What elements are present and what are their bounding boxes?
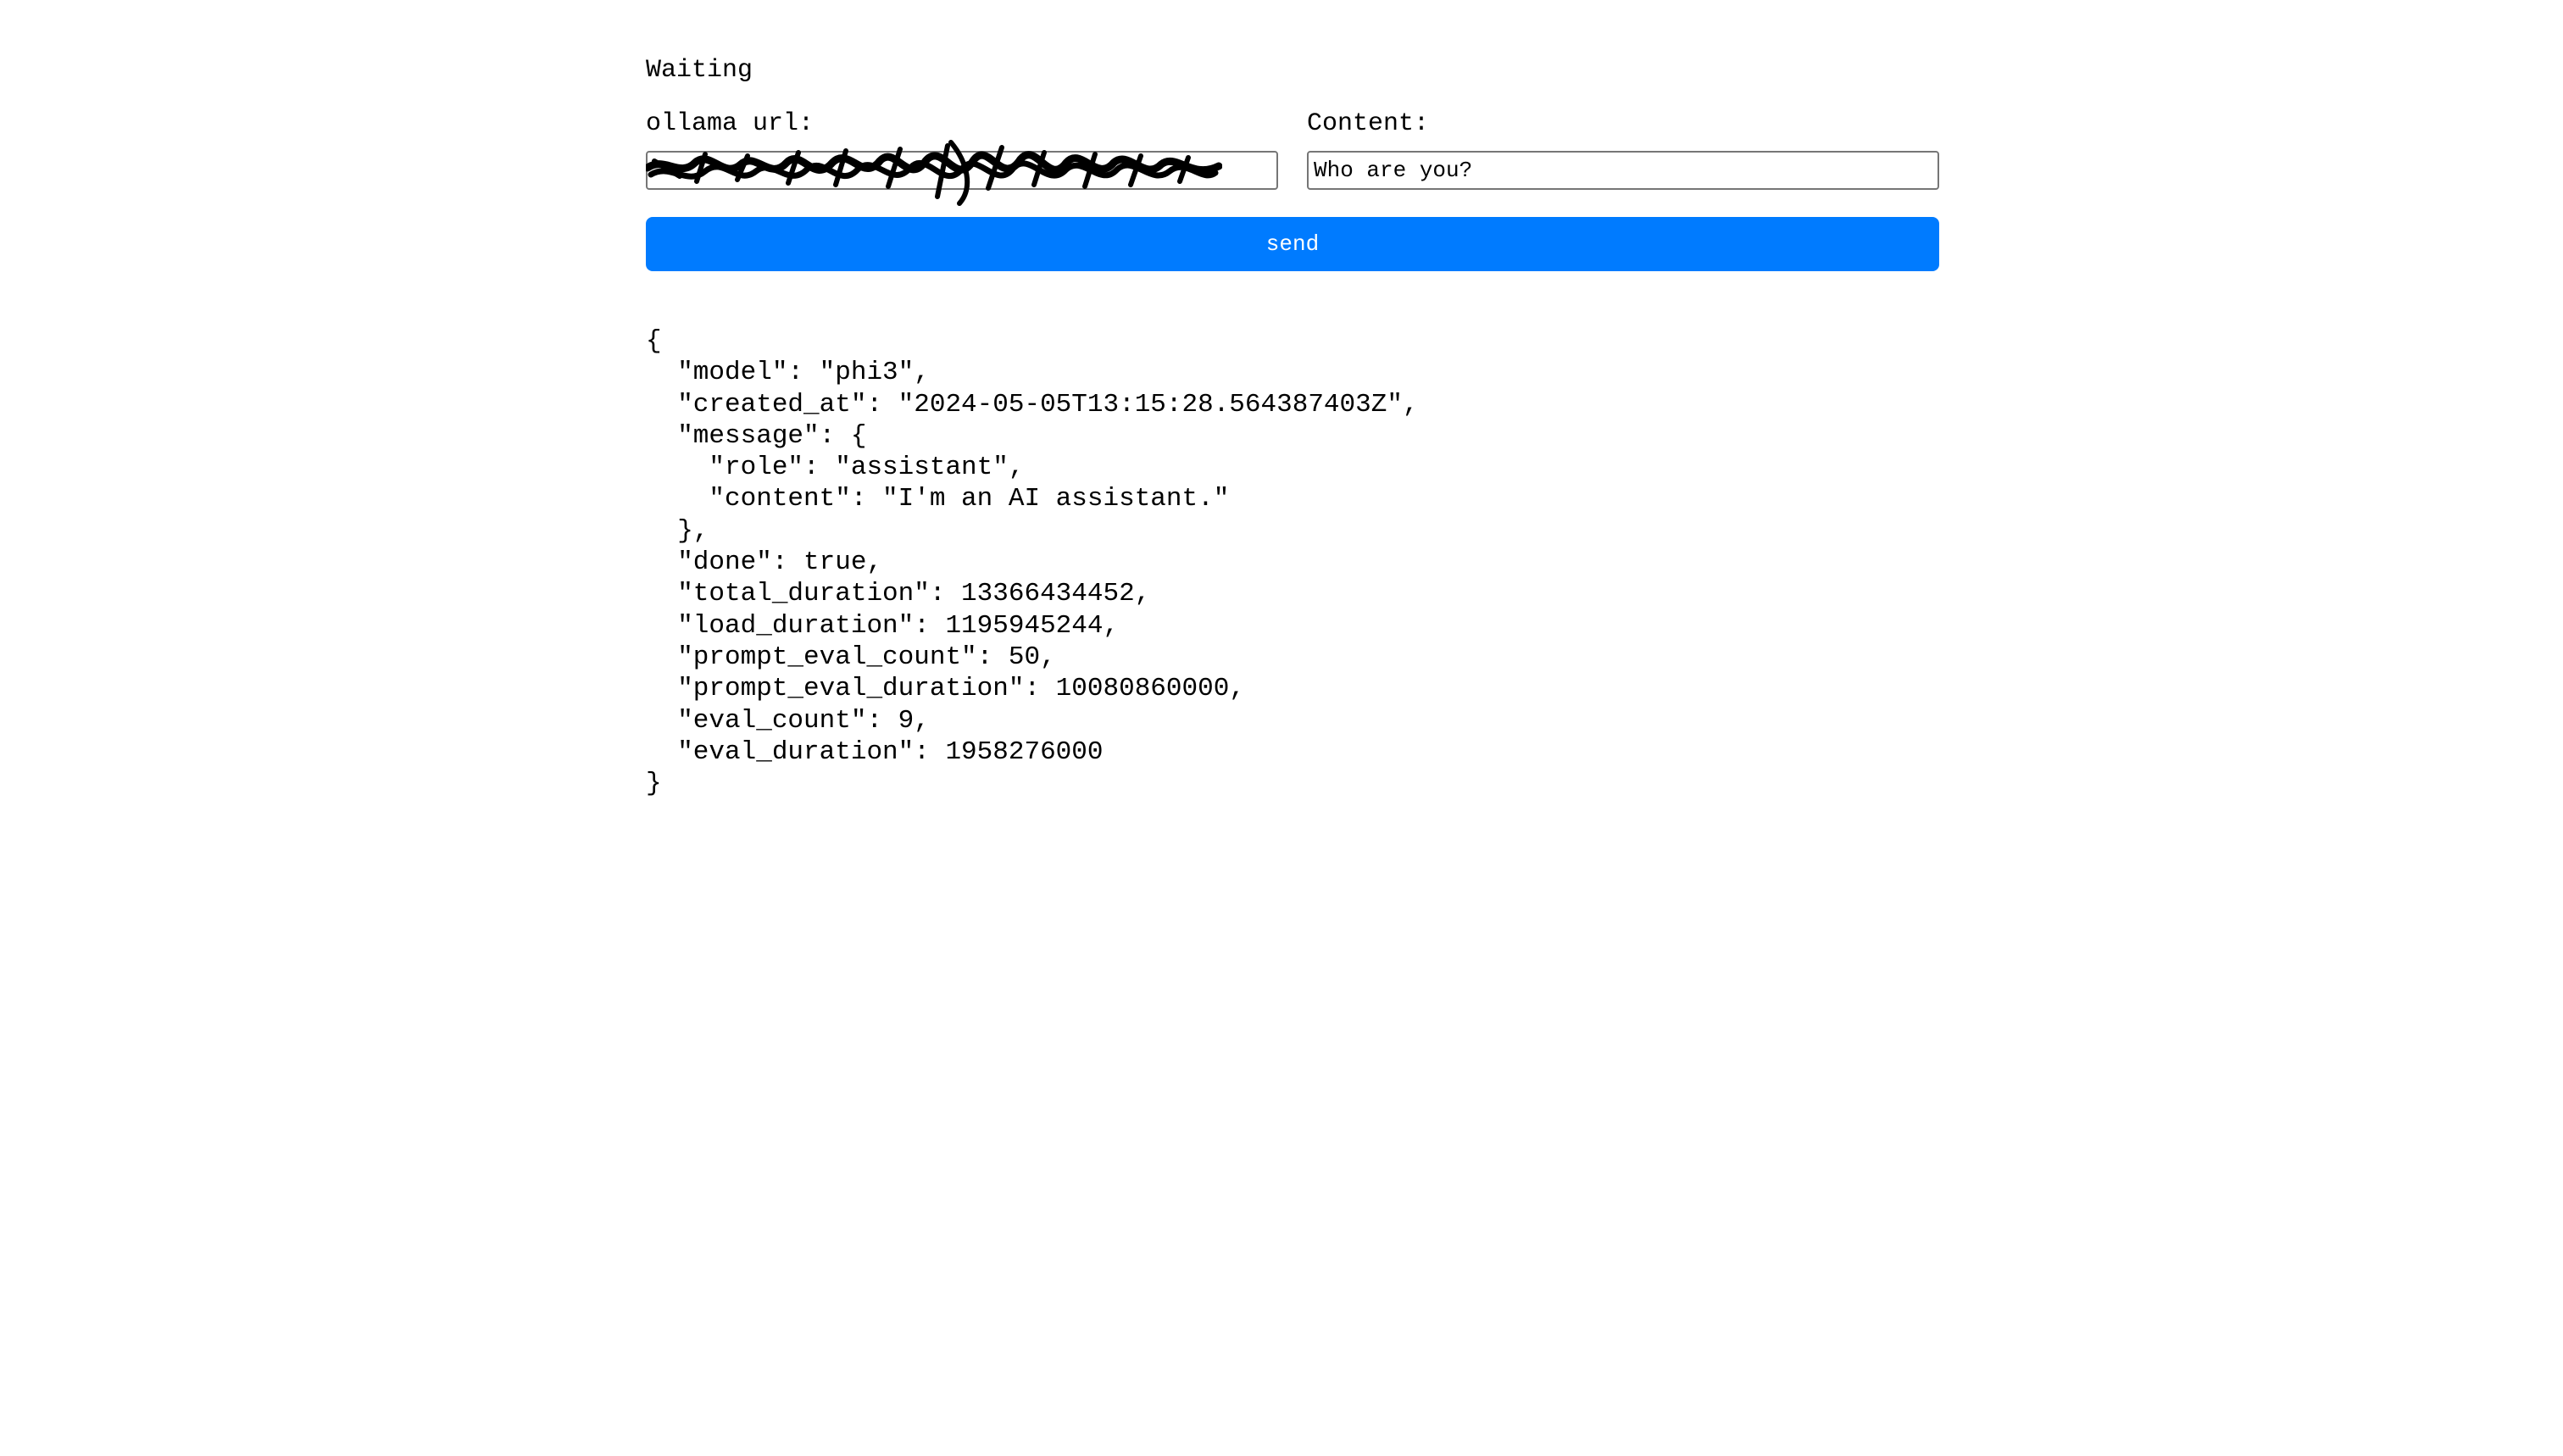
content-label: Content: (1307, 109, 1430, 138)
response-line: } (646, 769, 662, 799)
response-line: "eval_count": 9, (646, 705, 930, 736)
url-label: ollama url: (646, 109, 814, 138)
url-input[interactable] (646, 151, 1278, 190)
response-line: "message": { (646, 420, 867, 451)
response-line: "role": "assistant", (646, 453, 1025, 483)
response-line: "content": "I'm an AI assistant." (646, 484, 1230, 514)
content-field-group: Content: (1307, 105, 1939, 190)
response-output: { "model": "phi3", "created_at": "2024-0… (646, 325, 1939, 799)
response-line: "model": "phi3", (646, 358, 930, 388)
content-input[interactable] (1307, 151, 1939, 190)
response-line: }, (646, 515, 709, 546)
status-text: Waiting (646, 56, 753, 85)
url-field-group: ollama url: (646, 105, 1278, 206)
response-line: "prompt_eval_count": 50, (646, 642, 1056, 672)
content-input-wrap (1307, 151, 1939, 190)
send-button[interactable]: send (646, 217, 1939, 271)
response-line: "created_at": "2024-05-05T13:15:28.56438… (646, 389, 1419, 420)
response-line: { (646, 326, 662, 356)
response-line: "done": true, (646, 547, 883, 578)
app-container: Waiting ollama url: Content: send { "mod… (646, 47, 1939, 799)
response-line: "eval_duration": 1958276000 (646, 736, 1104, 767)
url-input-wrap (646, 140, 1278, 206)
response-line: "prompt_eval_duration": 10080860000, (646, 674, 1245, 704)
input-row: ollama url: Content: (646, 105, 1939, 206)
response-line: "total_duration": 13366434452, (646, 579, 1151, 609)
response-line: "load_duration": 1195945244, (646, 610, 1120, 641)
